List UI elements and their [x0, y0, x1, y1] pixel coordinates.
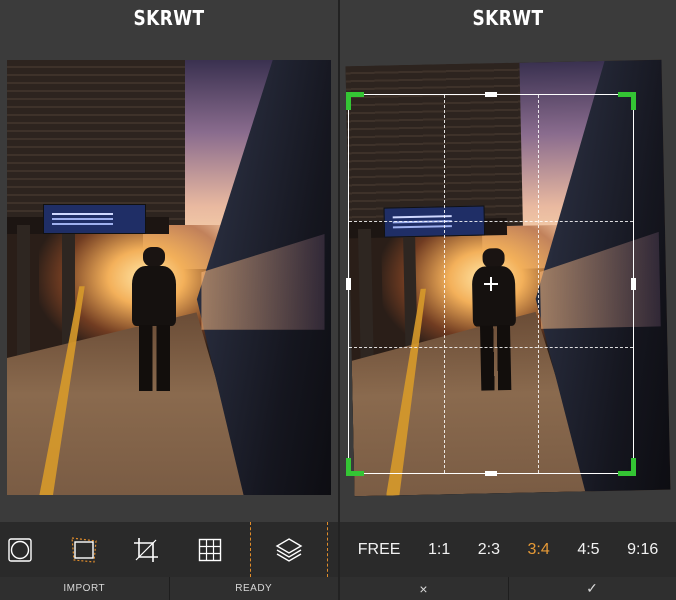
- crop-handle-top[interactable]: [485, 92, 497, 97]
- app-title: SKRWT: [472, 6, 544, 30]
- ready-button[interactable]: READY: [170, 577, 339, 600]
- crop-handle-bottom-left[interactable]: [346, 458, 364, 476]
- aspect-ratio-bar: FREE 1:1 2:3 3:4 4:5 9:16: [340, 522, 676, 577]
- left-panel: SKRWT IMPORT READY: [0, 0, 338, 600]
- crop-center-icon: [484, 277, 498, 291]
- import-button[interactable]: IMPORT: [0, 577, 170, 600]
- crop-handle-left[interactable]: [346, 278, 351, 290]
- crop-frame[interactable]: [346, 92, 636, 476]
- perspective-tool-button[interactable]: [56, 522, 112, 577]
- ratio-3-4[interactable]: 3:4: [528, 541, 550, 559]
- lens-circle-icon: [8, 537, 32, 562]
- grid-tool-button[interactable]: [182, 522, 238, 577]
- cancel-button[interactable]: ×: [340, 577, 509, 600]
- crop-handle-top-left[interactable]: [346, 92, 364, 110]
- ratio-4-5[interactable]: 4:5: [577, 541, 599, 559]
- crop-icon: [134, 537, 158, 562]
- layers-tool-button[interactable]: [250, 522, 328, 577]
- confirm-button[interactable]: ✓: [509, 577, 676, 600]
- ratio-free[interactable]: FREE: [358, 541, 401, 559]
- photo-preview: [7, 60, 331, 495]
- ratio-9-16[interactable]: 9:16: [627, 541, 658, 559]
- crop-handle-right[interactable]: [631, 278, 636, 290]
- crop-action-bar: × ✓: [340, 577, 676, 600]
- app-title: SKRWT: [133, 6, 205, 30]
- ratio-2-3[interactable]: 2:3: [478, 541, 500, 559]
- lens-tool-button[interactable]: [0, 522, 48, 577]
- crop-handle-bottom[interactable]: [485, 471, 497, 476]
- tool-bar: [0, 522, 338, 577]
- crop-handle-top-right[interactable]: [618, 92, 636, 110]
- bottom-action-bar: IMPORT READY: [0, 577, 338, 600]
- perspective-square-icon: [71, 536, 97, 563]
- crop-tool-button[interactable]: [118, 522, 174, 577]
- grid-icon: [198, 538, 222, 561]
- layers-icon: [275, 537, 303, 562]
- ratio-1-1[interactable]: 1:1: [428, 541, 450, 559]
- crop-handle-bottom-right[interactable]: [618, 458, 636, 476]
